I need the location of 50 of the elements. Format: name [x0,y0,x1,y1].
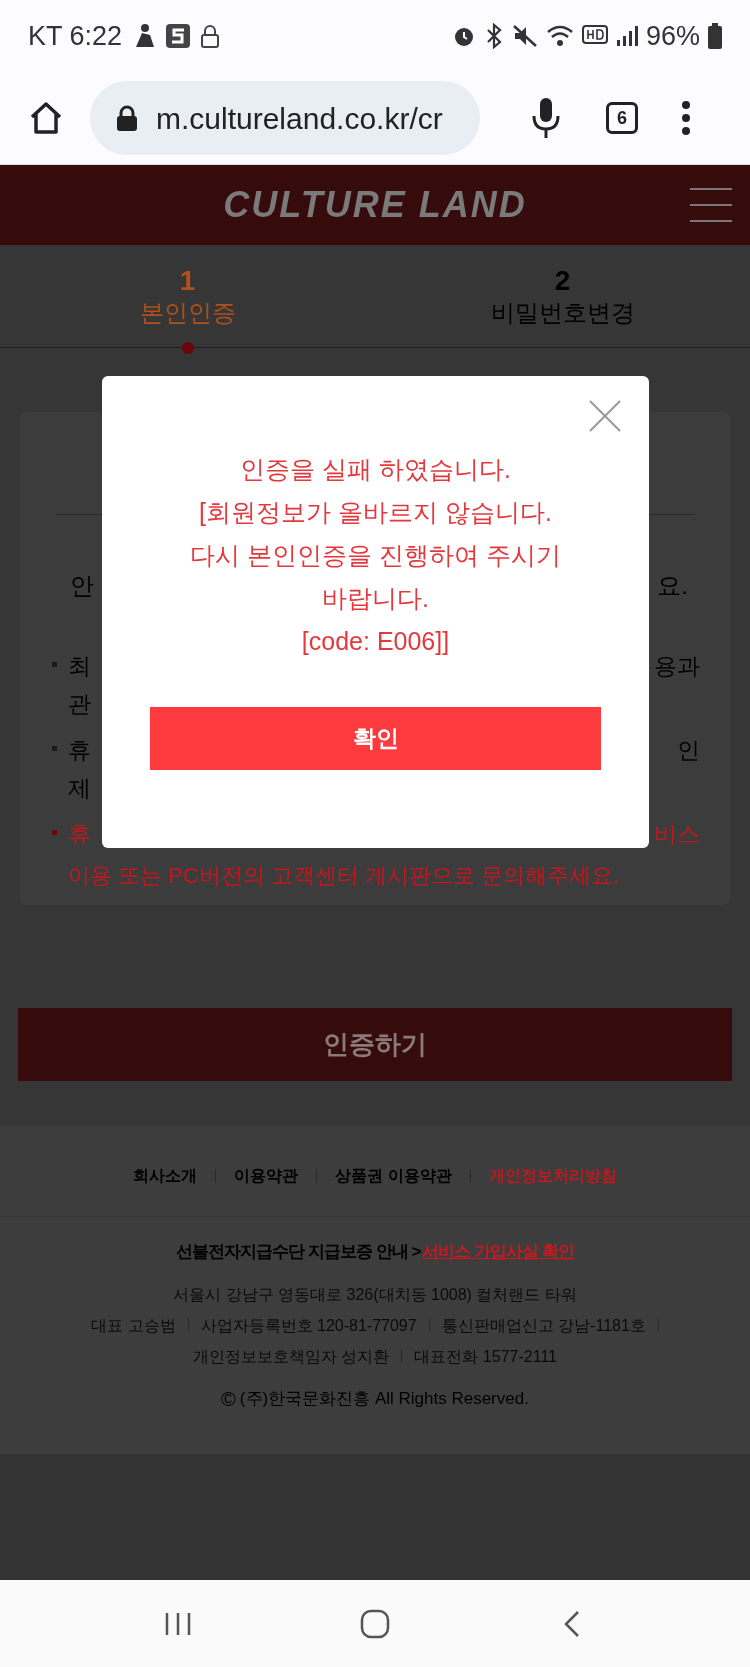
menu-icon [690,187,732,223]
copyright-mark: © [221,1386,236,1412]
footer-link[interactable]: 개인정보처리방침 [488,1164,617,1188]
wifi-icon [545,24,574,48]
home-nav-icon [360,1608,390,1639]
signal-icon [615,25,638,47]
more-icon [681,101,691,135]
battery-icon [708,23,722,49]
close-button[interactable] [589,400,621,432]
lock-icon [116,105,138,131]
s-app-icon [166,24,191,48]
microphone-icon [531,98,561,138]
footer-link[interactable]: 회사소개 [133,1164,198,1188]
service-link[interactable]: 서비스 가입사실 확인 [422,1239,574,1265]
status-time: KT 6:22 [28,19,123,53]
card-text: 관 [68,690,91,719]
bullet-mark [52,662,57,667]
home-icon [28,100,64,136]
tab-count-button[interactable]: 6 [606,102,638,134]
address-bar[interactable]: m.cultureland.co.kr/cr [90,81,480,155]
lock-icon [200,24,221,48]
copyright-text: (주)한국문화진흥 All Rights Reserved. [239,1387,529,1410]
card-text: 휴 [68,820,91,849]
confirm-button[interactable]: 확인 [150,707,601,770]
footer-link[interactable]: 이용약관 [234,1164,299,1188]
card-text: 휴 [68,736,91,765]
battery-percent: 96% [645,19,700,53]
hd-icon [581,25,608,47]
site-logo: CULTURE LAND [223,183,527,227]
error-message: 인증을 실패 하였습니다. [회원정보가 올바르지 않습니다. 다시 본인인증을 진행하여 주시기 바랍니다. [code: E006]] [190,454,561,657]
card-text: 최 [68,652,91,681]
card-text: 인 [677,736,700,765]
guarantee-text: 선불전자지급수단 지급보증 안내 > [176,1241,421,1263]
card-text: 요. [657,571,688,601]
recent-apps-icon [164,1610,193,1637]
verify-button[interactable]: 인증하기 [18,1008,732,1081]
footer-link[interactable]: 상품권 이용약관 [335,1164,452,1188]
card-text: 안 [70,571,94,601]
card-text: 제 [68,774,91,803]
bullet-mark [52,746,57,751]
step-tab[interactable]: 1 본인인증 [0,245,375,347]
card-text: 용과 [654,652,700,681]
back-icon [562,1609,581,1638]
url-text: m.cultureland.co.kr/cr [156,100,443,137]
card-text: 이용 또는 PC버전의 고객센터 게시판으로 문의해주세요. [68,862,620,890]
mute-icon [511,24,538,48]
bullet-mark [52,830,57,835]
card-text: 비스 [654,820,700,849]
close-icon [589,400,621,432]
menu-button[interactable] [690,187,732,223]
